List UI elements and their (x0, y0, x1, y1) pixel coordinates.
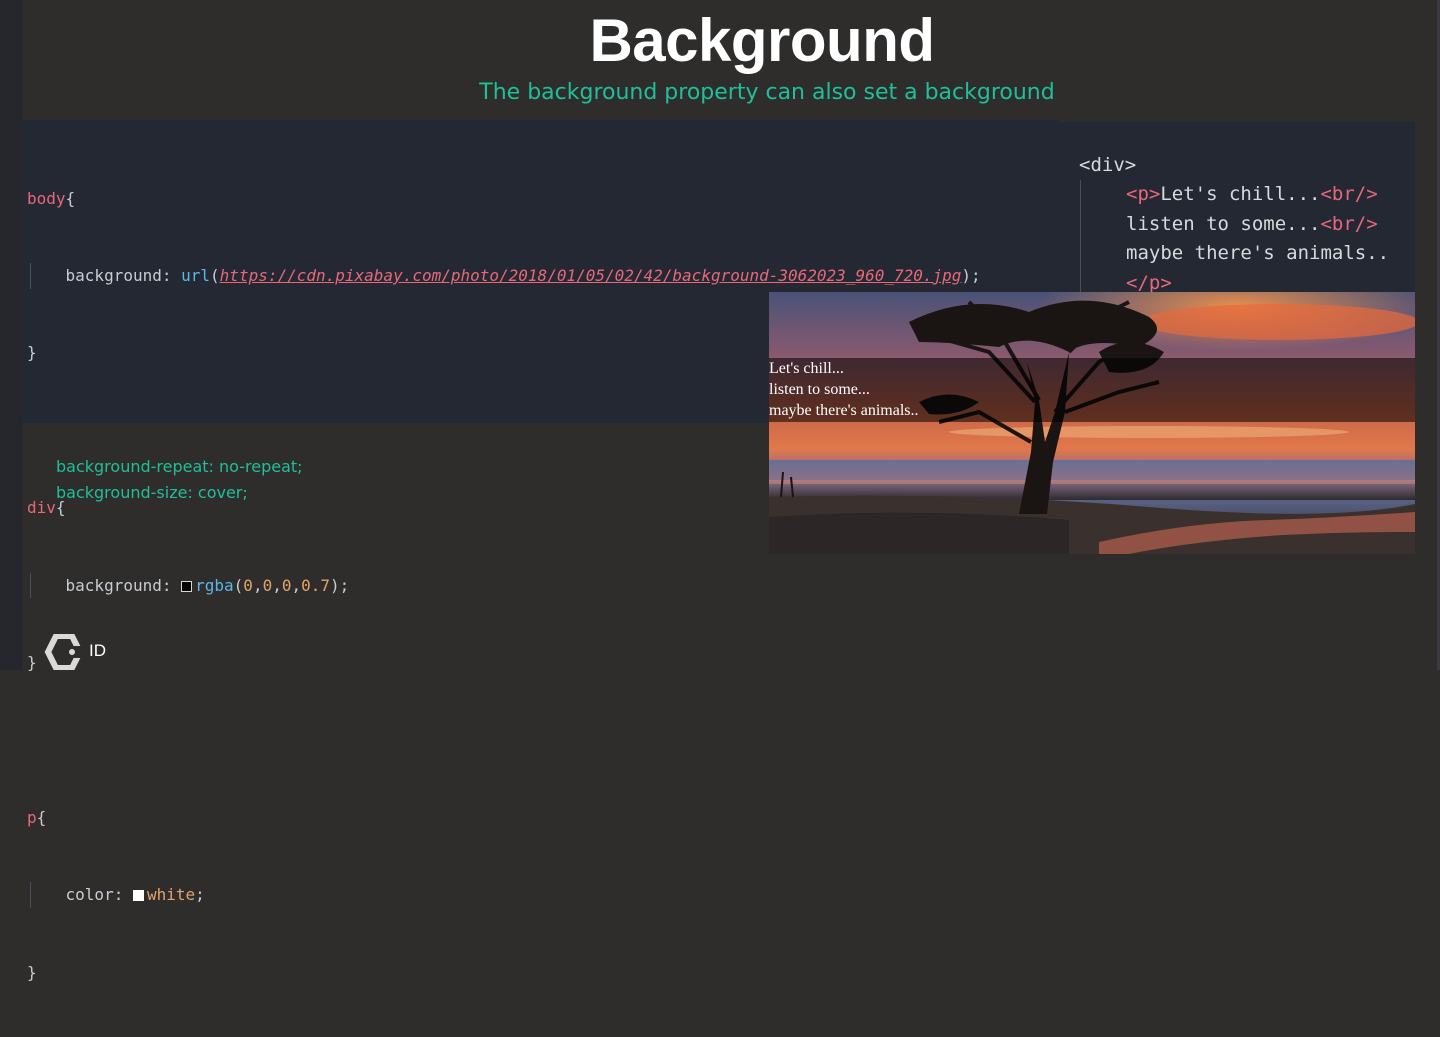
css-property: background (65, 575, 162, 595)
css-function-url: url (181, 265, 211, 285)
code-line: p{ (27, 807, 47, 827)
css-code-block: body{ background: url(https://cdn.pixaba… (27, 134, 981, 1037)
html-code-line: <p>Let's chill...<br/> (1126, 183, 1378, 205)
html-code-panel: <div> <p>Let's chill...<br/> listen to s… (1058, 122, 1415, 294)
rgba-arg: 0 (281, 575, 292, 595)
note-line: background-repeat: no-repeat; (56, 457, 303, 476)
css-selector-p: p (27, 807, 37, 827)
color-swatch-icon[interactable] (181, 580, 193, 592)
slide-subtitle: The background property can also set a b… (479, 80, 1055, 105)
css-function-rgba: rgba (195, 575, 234, 595)
rgba-arg: 0.7 (301, 575, 331, 595)
html-code-line: maybe there's animals.. (1126, 242, 1390, 264)
preview-paragraph: Let's chill... listen to some... maybe t… (769, 358, 919, 421)
note-line: background-size: cover; (56, 483, 248, 502)
code-line: color: white; (27, 882, 981, 908)
code-line: } (27, 962, 37, 982)
css-selector-div: div (27, 498, 56, 518)
css-property: color (65, 885, 114, 905)
css-property: background (65, 265, 162, 285)
css-url-link[interactable]: https://cdn.pixabay.com/photo/2018/01/05… (220, 266, 962, 285)
rgba-arg: 0 (243, 575, 253, 595)
preview-line: maybe there's animals.. (769, 402, 919, 419)
rgba-arg: 0 (262, 575, 273, 595)
code-line: background: url(https://cdn.pixabay.com/… (27, 262, 981, 289)
sunset-background-image (769, 292, 1415, 554)
html-code-line: listen to some...<br/> (1126, 213, 1378, 235)
color-swatch-icon[interactable] (132, 890, 144, 902)
rendered-preview: Let's chill... listen to some... maybe t… (769, 292, 1415, 554)
preview-line: listen to some... (769, 381, 870, 398)
indent-guide (1080, 180, 1081, 294)
html-div-open: <div> (1079, 154, 1137, 176)
code-line: body{ (27, 188, 76, 208)
notes-block: background-repeat: no-repeat; background… (56, 454, 303, 506)
preview-line: Let's chill... (769, 360, 844, 377)
css-value-white: white (146, 885, 196, 905)
css-selector-body: body (27, 188, 66, 208)
logo-icon (44, 634, 84, 670)
footer-id-label: ID (89, 641, 106, 660)
code-line: } (27, 652, 37, 672)
code-line: background: rgba(0,0,0,0.7); (27, 572, 981, 599)
slide-title: Background (589, 7, 935, 74)
